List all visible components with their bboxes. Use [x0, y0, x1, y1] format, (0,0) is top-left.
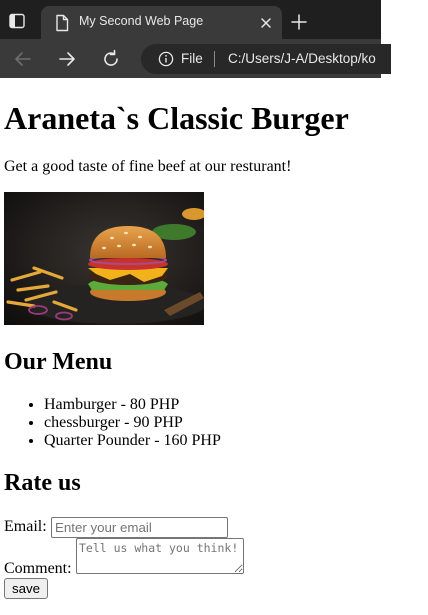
email-field[interactable] — [51, 517, 228, 538]
reload-icon[interactable] — [100, 48, 122, 70]
tab-title: My Second Web Page — [79, 14, 204, 28]
address-scheme-label: File — [181, 51, 203, 66]
browser-tab[interactable]: My Second Web Page — [41, 6, 282, 39]
close-icon[interactable] — [259, 16, 273, 30]
save-button[interactable]: save — [4, 578, 48, 599]
menu-heading: Our Menu — [4, 349, 113, 375]
page-icon — [54, 14, 70, 32]
address-bar[interactable]: File C:/Users/J-A/Desktop/ko — [141, 44, 391, 74]
browser-chrome: My Second Web Page File C:/Users/J-A/Des… — [0, 0, 391, 78]
info-icon[interactable] — [158, 51, 174, 67]
page-title: Araneta`s Classic Burger — [4, 100, 349, 136]
menu-item: Quarter Pounder - 160 PHP — [44, 432, 221, 450]
menu-list: Hamburger - 80 PHP chessburger - 90 PHP … — [4, 396, 221, 450]
menu-item: chessburger - 90 PHP — [44, 414, 221, 432]
address-url[interactable]: C:/Users/J-A/Desktop/ko — [228, 51, 376, 66]
burger-image — [4, 192, 204, 325]
email-label: Email: — [4, 518, 47, 535]
comment-label: Comment: — [4, 560, 72, 577]
page-content: Araneta`s Classic Burger Get a good tast… — [0, 78, 428, 615]
tab-actions-icon[interactable] — [8, 12, 26, 30]
comment-textarea[interactable] — [76, 538, 244, 574]
plus-icon[interactable] — [290, 13, 308, 31]
rate-heading: Rate us — [4, 470, 81, 496]
page-tagline: Get a good taste of fine beef at our res… — [4, 158, 292, 175]
address-separator — [214, 51, 215, 67]
browser-toolbar: File C:/Users/J-A/Desktop/ko — [0, 39, 391, 78]
arrow-right-icon[interactable] — [56, 48, 78, 70]
menu-item: Hamburger - 80 PHP — [44, 396, 221, 414]
arrow-left-icon[interactable] — [12, 48, 34, 70]
tab-bar: My Second Web Page — [0, 0, 381, 39]
